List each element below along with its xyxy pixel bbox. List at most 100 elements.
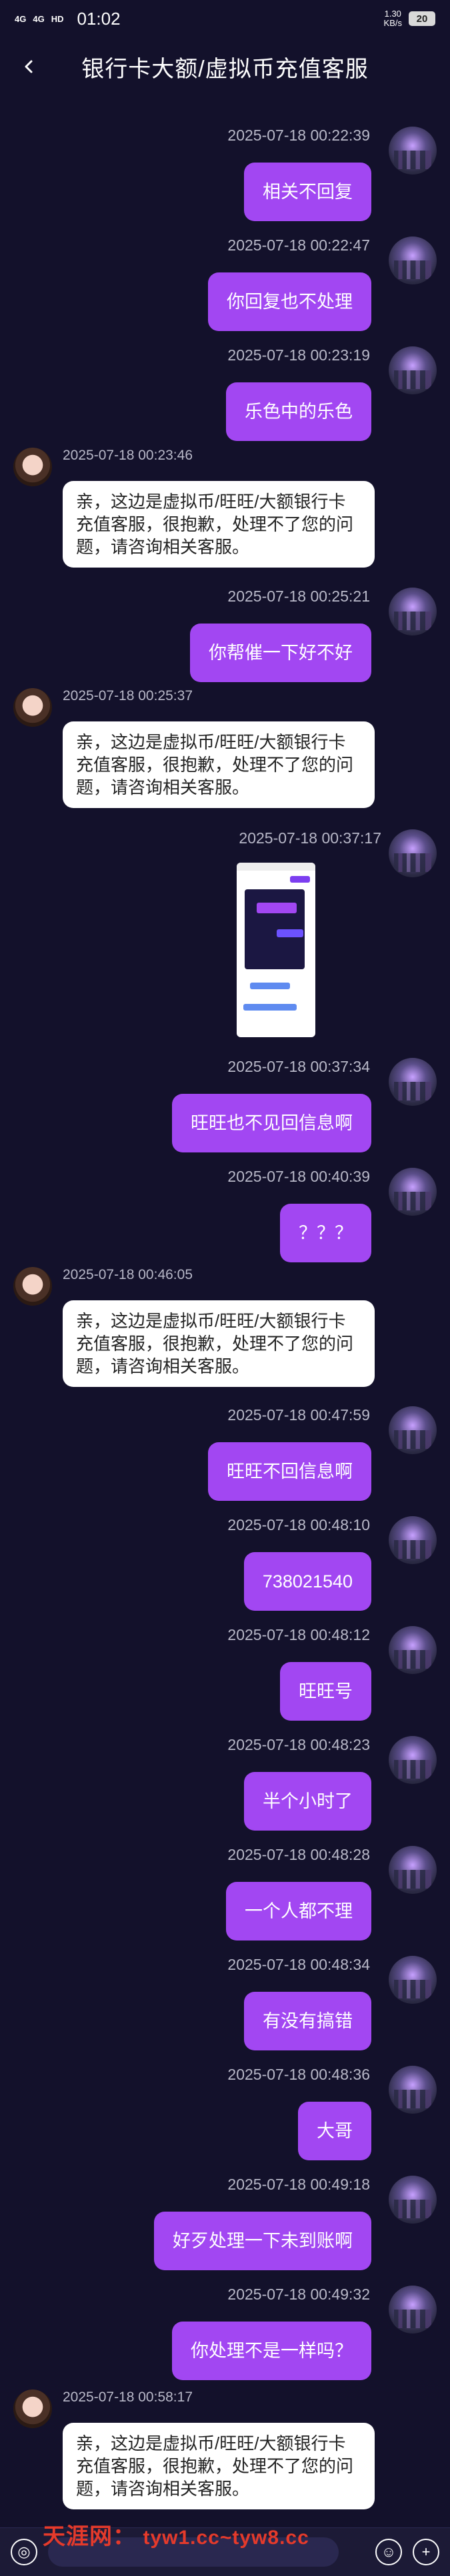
message-item: 2025-07-18 00:49:32 你处理不是一样吗？ bbox=[0, 2286, 450, 2392]
image-preview-block bbox=[243, 1004, 297, 1011]
message-timestamp: 2025-07-18 00:37:17 bbox=[239, 829, 381, 847]
user-avatar[interactable] bbox=[389, 1168, 437, 1216]
user-avatar[interactable] bbox=[389, 1626, 437, 1674]
page-title: 银行卡大额/虚拟币充值客服 bbox=[81, 56, 369, 82]
message-bubble[interactable]: 亲，这边是虚拟币/旺旺/大额银行卡充值客服，很抱歉，处理不了您的问题，请咨询相关… bbox=[63, 1300, 375, 1387]
message-item: 2025-07-18 00:37:34 旺旺也不见回信息啊 bbox=[0, 1058, 450, 1164]
message-timestamp: 2025-07-18 00:23:46 bbox=[63, 448, 193, 463]
message-item: 2025-07-18 00:46:05 亲，这边是虚拟币/旺旺/大额银行卡充值客… bbox=[0, 1267, 450, 1387]
voice-icon[interactable]: ◎ bbox=[11, 2539, 37, 2565]
message-timestamp: 2025-07-18 00:46:05 bbox=[63, 1267, 193, 1282]
message-timestamp: 2025-07-18 00:22:47 bbox=[227, 236, 370, 254]
message-bubble[interactable]: 旺旺也不见回信息啊 bbox=[172, 1094, 371, 1152]
message-timestamp: 2025-07-18 00:49:18 bbox=[227, 2176, 370, 2193]
watermark-label: 天涯网： bbox=[43, 2524, 136, 2549]
message-bubble[interactable]: 半个小时了 bbox=[244, 1772, 371, 1831]
message-bubble[interactable]: 有没有搞错 bbox=[244, 1992, 371, 2050]
message-timestamp: 2025-07-18 00:48:34 bbox=[227, 1956, 370, 1973]
user-avatar[interactable] bbox=[389, 346, 437, 394]
message-item: 2025-07-18 00:47:59 旺旺不回信息啊 bbox=[0, 1406, 450, 1513]
message-timestamp: 2025-07-18 00:58:17 bbox=[63, 2389, 193, 2405]
message-bubble[interactable]: 一个人都不理 bbox=[226, 1882, 371, 1940]
message-timestamp: 2025-07-18 00:49:32 bbox=[227, 2286, 370, 2303]
message-timestamp: 2025-07-18 00:22:39 bbox=[227, 127, 370, 144]
message-bubble[interactable]: 好歹处理一下未到账啊 bbox=[154, 2212, 371, 2270]
message-timestamp: 2025-07-18 00:37:34 bbox=[227, 1058, 370, 1075]
user-avatar[interactable] bbox=[389, 2066, 437, 2114]
message-item: 2025-07-18 00:48:34 有没有搞错 bbox=[0, 1956, 450, 2062]
message-item: 2025-07-18 00:48:28 一个人都不理 bbox=[0, 1846, 450, 1952]
message-item: 2025-07-18 00:37:17 bbox=[0, 829, 450, 1043]
image-message[interactable] bbox=[237, 863, 315, 1037]
user-avatar[interactable] bbox=[389, 1516, 437, 1564]
battery-level: 20 bbox=[409, 11, 435, 26]
plus-icon[interactable]: + bbox=[413, 2539, 439, 2565]
user-avatar[interactable] bbox=[389, 2286, 437, 2334]
message-bubble[interactable]: 亲，这边是虚拟币/旺旺/大额银行卡充值客服，很抱歉，处理不了您的问题，请咨询相关… bbox=[63, 2423, 375, 2509]
user-avatar[interactable] bbox=[389, 236, 437, 284]
agent-avatar[interactable] bbox=[13, 2389, 52, 2428]
message-item: 2025-07-18 00:22:39 相关不回复 bbox=[0, 127, 450, 233]
image-preview-block bbox=[277, 929, 303, 937]
message-item: 2025-07-18 00:25:37 亲，这边是虚拟币/旺旺/大额银行卡充值客… bbox=[0, 688, 450, 808]
message-item: 2025-07-18 00:48:36 大哥 bbox=[0, 2066, 450, 2172]
message-item: 2025-07-18 00:48:12 旺旺号 bbox=[0, 1626, 450, 1733]
message-timestamp: 2025-07-18 00:48:23 bbox=[227, 1736, 370, 1753]
status-time: 01:02 bbox=[77, 8, 121, 29]
message-timestamp: 2025-07-18 00:48:28 bbox=[227, 1846, 370, 1863]
user-avatar[interactable] bbox=[389, 588, 437, 636]
user-avatar[interactable] bbox=[389, 829, 437, 877]
image-preview-block bbox=[290, 876, 310, 883]
message-timestamp: 2025-07-18 00:48:36 bbox=[227, 2066, 370, 2083]
message-item: 2025-07-18 00:40:39 ？？？ bbox=[0, 1168, 450, 1274]
user-avatar[interactable] bbox=[389, 1058, 437, 1106]
network-indicator-2: 4G bbox=[33, 13, 45, 24]
message-bubble[interactable]: 你处理不是一样吗？ bbox=[172, 2322, 371, 2380]
user-avatar[interactable] bbox=[389, 1736, 437, 1784]
message-bubble[interactable]: 相关不回复 bbox=[244, 163, 371, 221]
message-timestamp: 2025-07-18 00:25:37 bbox=[63, 688, 193, 703]
image-preview-block bbox=[250, 983, 290, 989]
watermark-url: tyw1.cc~tyw8.cc bbox=[143, 2527, 309, 2549]
message-bubble[interactable]: 乐色中的乐色 bbox=[226, 382, 371, 441]
user-avatar[interactable] bbox=[389, 2176, 437, 2224]
message-item: 2025-07-18 00:23:19 乐色中的乐色 bbox=[0, 346, 450, 453]
user-avatar[interactable] bbox=[389, 1846, 437, 1894]
message-timestamp: 2025-07-18 00:40:39 bbox=[227, 1168, 370, 1185]
message-bubble[interactable]: 旺旺号 bbox=[280, 1662, 371, 1721]
message-timestamp: 2025-07-18 00:25:21 bbox=[227, 588, 370, 605]
message-bubble[interactable]: 亲，这边是虚拟币/旺旺/大额银行卡充值客服，很抱歉，处理不了您的问题，请咨询相关… bbox=[63, 721, 375, 808]
message-item: 2025-07-18 00:48:10 738021540 bbox=[0, 1516, 450, 1623]
user-avatar[interactable] bbox=[389, 127, 437, 175]
message-item: 2025-07-18 00:22:47 你回复也不处理 bbox=[0, 236, 450, 343]
image-preview-block bbox=[257, 903, 297, 913]
network-indicator-1: 4G bbox=[15, 13, 27, 24]
image-preview-top bbox=[237, 863, 315, 871]
user-avatar[interactable] bbox=[389, 1406, 437, 1454]
message-bubble[interactable]: 738021540 bbox=[243, 1552, 371, 1611]
message-item: 2025-07-18 00:48:23 半个小时了 bbox=[0, 1736, 450, 1843]
message-timestamp: 2025-07-18 00:47:59 bbox=[227, 1406, 370, 1424]
message-timestamp: 2025-07-18 00:48:12 bbox=[227, 1626, 370, 1643]
message-bubble[interactable]: 你回复也不处理 bbox=[208, 272, 371, 331]
message-item: 2025-07-18 00:23:46 亲，这边是虚拟币/旺旺/大额银行卡充值客… bbox=[0, 448, 450, 568]
message-bubble[interactable]: 亲，这边是虚拟币/旺旺/大额银行卡充值客服，很抱歉，处理不了您的问题，请咨询相关… bbox=[63, 481, 375, 568]
message-bubble[interactable]: 你帮催一下好不好 bbox=[190, 624, 371, 682]
user-avatar[interactable] bbox=[389, 1956, 437, 2004]
network-speed: 1.30 KB/s bbox=[383, 9, 402, 28]
status-left: 4G 4G HD 01:02 bbox=[15, 9, 121, 29]
watermark: 天涯网： tyw1.cc~tyw8.cc bbox=[43, 2518, 309, 2551]
message-bubble[interactable]: ？？？ bbox=[280, 1204, 371, 1262]
message-bubble[interactable]: 旺旺不回信息啊 bbox=[208, 1442, 371, 1501]
message-item: 2025-07-18 00:58:17 亲，这边是虚拟币/旺旺/大额银行卡充值客… bbox=[0, 2389, 450, 2509]
message-timestamp: 2025-07-18 00:23:19 bbox=[227, 346, 370, 364]
chevron-left-icon bbox=[25, 60, 33, 73]
chat-header: 银行卡大额/虚拟币充值客服 bbox=[0, 37, 450, 96]
agent-avatar[interactable] bbox=[13, 688, 52, 727]
agent-avatar[interactable] bbox=[13, 448, 52, 486]
message-bubble[interactable]: 大哥 bbox=[298, 2102, 371, 2160]
emoji-icon[interactable]: ☺ bbox=[375, 2539, 402, 2565]
back-button[interactable] bbox=[13, 51, 45, 83]
agent-avatar[interactable] bbox=[13, 1267, 52, 1306]
message-timestamp: 2025-07-18 00:48:10 bbox=[227, 1516, 370, 1533]
